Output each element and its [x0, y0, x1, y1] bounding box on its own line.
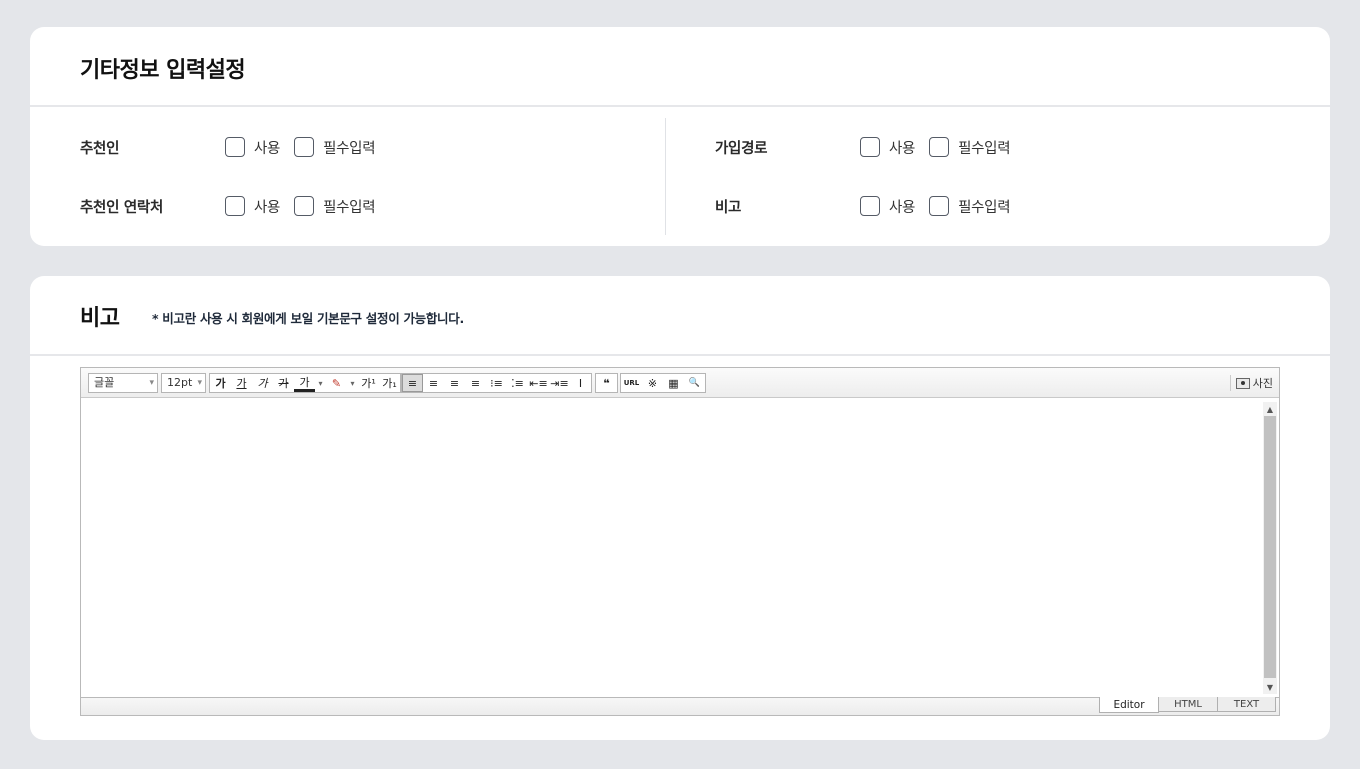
- divider: [30, 105, 1330, 107]
- row-label: 가입경로: [715, 140, 768, 157]
- link-button[interactable]: URL: [621, 374, 642, 392]
- unordered-list-button[interactable]: ⁚≡: [507, 374, 528, 392]
- special-char-button[interactable]: ※: [642, 374, 663, 392]
- other-info-card: 기타정보 입력설정 추천인 사용 필수입력 추천인 연락처 사용 필수입력 가입…: [30, 27, 1330, 246]
- text-color-dropdown-icon[interactable]: ▾: [315, 374, 326, 392]
- check-group: 사용 필수입력: [860, 135, 1024, 159]
- check-group: 사용 필수입력: [225, 194, 389, 218]
- outdent-button[interactable]: ⇤≡: [528, 374, 549, 392]
- scroll-up-icon[interactable]: ▲: [1263, 402, 1277, 416]
- section-title: 기타정보 입력설정: [80, 58, 246, 83]
- editor-toolbar: 글꼴 12pt 가 가 가 가 가 ▾ ✎ ▾ 가¹ 가₁ ≡ ≡ ≡ ≡ ⁝≡…: [81, 368, 1279, 398]
- required-label: 필수입력: [958, 140, 1011, 157]
- quote-group: ❝: [595, 373, 618, 393]
- required-label: 필수입력: [958, 199, 1011, 216]
- editor-content-area[interactable]: [81, 398, 1279, 698]
- paragraph-group: ≡ ≡ ≡ ≡ ⁝≡ ⁚≡ ⇤≡ ⇥≡ Ⅰ: [401, 373, 592, 393]
- row-referrer-contact: 추천인 연락처 사용 필수입력: [80, 194, 376, 218]
- row-referrer: 추천인 사용 필수입력: [80, 135, 376, 159]
- column-separator: [665, 118, 666, 235]
- subscript-button[interactable]: 가₁: [379, 374, 400, 392]
- align-right-button[interactable]: ≡: [444, 374, 465, 392]
- align-center-button[interactable]: ≡: [423, 374, 444, 392]
- use-label: 사용: [889, 199, 916, 216]
- tab-text[interactable]: TEXT: [1217, 697, 1276, 712]
- photo-button[interactable]: 사진: [1229, 373, 1273, 393]
- row-remarks: 비고 사용 필수입력: [715, 194, 1011, 218]
- help-note: * 비고란 사용 시 회원에게 보일 기본문구 설정이 가능합니다.: [152, 311, 464, 326]
- indent-button[interactable]: ⇥≡: [549, 374, 570, 392]
- divider: [30, 354, 1330, 356]
- use-label: 사용: [889, 140, 916, 157]
- find-button[interactable]: 🔍: [684, 374, 705, 392]
- use-checkbox[interactable]: [225, 196, 245, 216]
- superscript-button[interactable]: 가¹: [358, 374, 379, 392]
- use-checkbox[interactable]: [860, 137, 880, 157]
- bold-button[interactable]: 가: [210, 374, 231, 392]
- align-justify-button[interactable]: ≡: [465, 374, 486, 392]
- tab-editor[interactable]: Editor: [1099, 697, 1159, 713]
- row-label: 비고: [715, 199, 742, 216]
- blockquote-button[interactable]: ❝: [596, 374, 617, 392]
- remarks-card: 비고 * 비고란 사용 시 회원에게 보일 기본문구 설정이 가능합니다. 글꼴…: [30, 276, 1330, 740]
- editor-scrollbar[interactable]: ▲ ▼: [1263, 402, 1277, 694]
- camera-icon: [1235, 377, 1250, 389]
- required-label: 필수입력: [323, 140, 376, 157]
- required-label: 필수입력: [323, 199, 376, 216]
- tab-html[interactable]: HTML: [1158, 697, 1218, 712]
- font-size-select[interactable]: 12pt: [161, 373, 206, 393]
- use-label: 사용: [254, 199, 281, 216]
- highlight-dropdown-icon[interactable]: ▾: [347, 374, 358, 392]
- check-group: 사용 필수입력: [860, 194, 1024, 218]
- text-color-button[interactable]: 가: [294, 374, 315, 392]
- row-join-path: 가입경로 사용 필수입력: [715, 135, 1011, 159]
- use-checkbox[interactable]: [860, 196, 880, 216]
- photo-label: 사진: [1252, 377, 1273, 390]
- line-height-button[interactable]: Ⅰ: [570, 374, 591, 392]
- font-family-select[interactable]: 글꼴: [88, 373, 158, 393]
- format-group: 가 가 가 가 가 ▾ ✎ ▾ 가¹ 가₁: [209, 373, 401, 393]
- required-checkbox[interactable]: [929, 196, 950, 216]
- check-group: 사용 필수입력: [225, 135, 389, 159]
- row-label: 추천인: [80, 140, 120, 157]
- table-button[interactable]: ▦: [663, 374, 684, 392]
- ordered-list-button[interactable]: ⁝≡: [486, 374, 507, 392]
- underline-button[interactable]: 가: [231, 374, 252, 392]
- scroll-down-icon[interactable]: ▼: [1263, 680, 1277, 694]
- align-left-button[interactable]: ≡: [402, 374, 423, 392]
- required-checkbox[interactable]: [294, 196, 315, 216]
- insert-group: URL ※ ▦ 🔍: [620, 373, 706, 393]
- editor-mode-bar: Editor HTML TEXT: [81, 697, 1279, 715]
- use-checkbox[interactable]: [225, 137, 245, 157]
- required-checkbox[interactable]: [294, 137, 315, 157]
- use-label: 사용: [254, 140, 281, 157]
- strikethrough-button[interactable]: 가: [273, 374, 294, 392]
- required-checkbox[interactable]: [929, 137, 950, 157]
- scroll-thumb[interactable]: [1264, 416, 1276, 678]
- row-label: 추천인 연락처: [80, 199, 163, 216]
- italic-button[interactable]: 가: [252, 374, 273, 392]
- section-title: 비고: [80, 306, 120, 331]
- highlight-color-button[interactable]: ✎: [326, 374, 347, 392]
- rich-text-editor: 글꼴 12pt 가 가 가 가 가 ▾ ✎ ▾ 가¹ 가₁ ≡ ≡ ≡ ≡ ⁝≡…: [80, 367, 1280, 716]
